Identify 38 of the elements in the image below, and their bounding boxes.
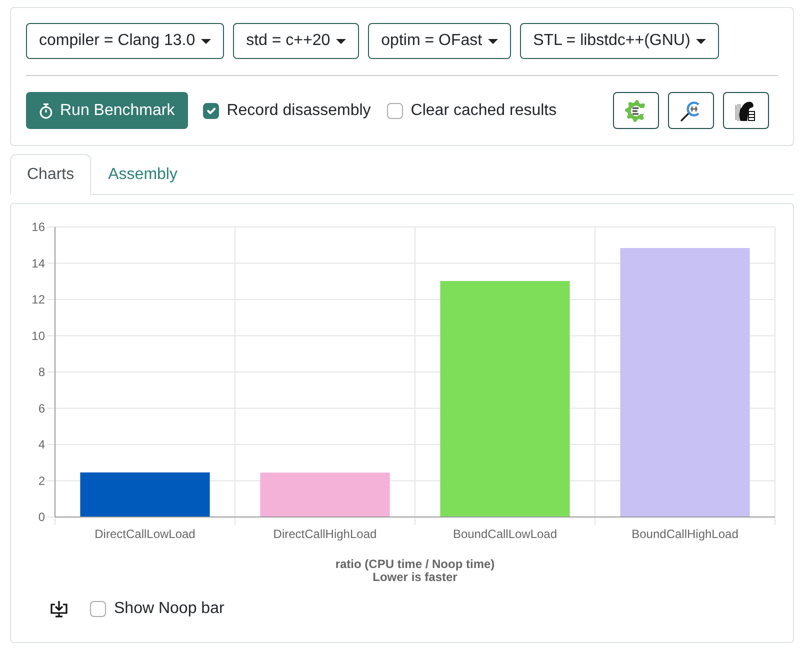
x-tick-label: BoundCallHighLoad [632,527,738,541]
caret-icon [488,38,498,44]
checkbox[interactable] [202,102,219,118]
checkbox-label[interactable]: Clear cached results [410,98,557,122]
tool-button[interactable] [613,92,659,129]
dropdown-button[interactable]: compiler = Clang 13.0 [26,23,224,59]
x-tick-label: DirectCallHighLoad [273,527,377,541]
axis-title: Lower is faster [372,570,458,584]
tool-button[interactable] [668,92,714,129]
axis-title: ratio (CPU time / Noop time) [335,557,495,571]
run-benchmark-button[interactable]: Run Benchmark [26,92,188,129]
tab[interactable]: Assembly [91,154,194,195]
caret-icon [696,38,706,44]
caret-icon [201,38,212,44]
tool-button[interactable] [723,92,769,129]
dropdown-button[interactable]: optim = OFast [368,23,512,59]
y-tick-label: 12 [32,292,45,306]
tab[interactable]: Charts [10,154,92,195]
y-tick-label: 8 [38,365,45,379]
y-tick-label: 10 [32,328,45,343]
checkbox[interactable] [386,102,403,118]
gear-icon [624,98,648,122]
x-tick-label: DirectCallLowLoad [94,527,196,541]
y-tick-label: 16 [32,220,45,234]
stopwatch-icon [39,102,53,118]
checkbox[interactable] [90,601,106,617]
y-tick-label: 4 [38,438,45,452]
dropdown-button[interactable]: std = c++20 [233,23,360,59]
y-tick-label: 0 [38,510,45,524]
x-tick-label: BoundCallLowLoad [452,527,558,541]
y-tick-label: 2 [38,474,45,488]
download-icon[interactable] [50,600,68,618]
dropdown-button[interactable]: STL = libstdc++(GNU) [520,23,720,59]
y-tick-label: 6 [38,401,45,416]
y-tick-label: 14 [32,256,45,270]
checkbox-label[interactable]: Record disassembly [226,98,371,122]
checkbox-label[interactable]: Show Noop bar [114,597,224,621]
caret-icon [336,38,346,44]
